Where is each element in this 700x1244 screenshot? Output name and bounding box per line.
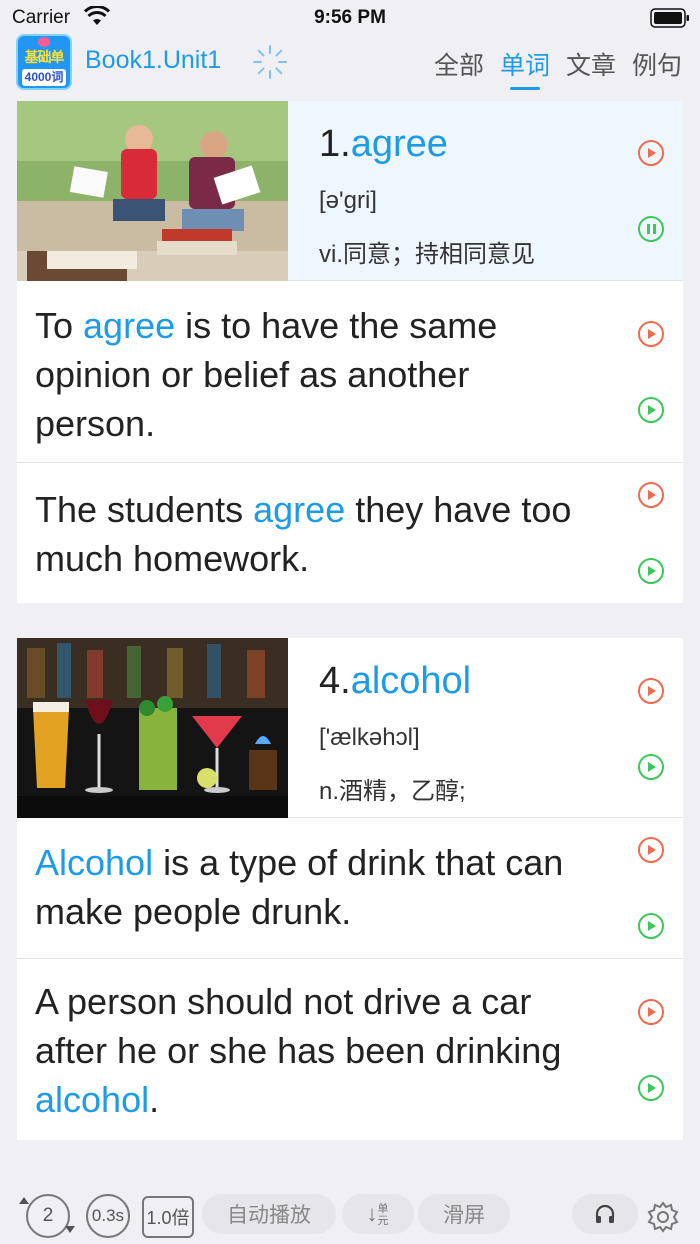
- play-slow-button[interactable]: [638, 1075, 664, 1101]
- autoplay-label: 自动播放: [227, 1204, 311, 1227]
- play-sentence-button[interactable]: [638, 482, 664, 508]
- word-phonetic: [ə'gri]: [319, 187, 377, 214]
- play-icon: [648, 845, 656, 855]
- status-time: 9:56 PM: [314, 7, 386, 28]
- play-icon: [648, 762, 656, 772]
- word-header[interactable]: 1.agree [ə'gri] vi.同意；持相同意见: [17, 101, 683, 281]
- sentence-part: To: [35, 305, 84, 346]
- word-card: 4.alcohol ['ælkəhɔl] n.酒精，乙醇; Alcohol is…: [17, 638, 683, 1140]
- sentence-part: .: [149, 1079, 160, 1120]
- nav-bar: 基础单词 4000词 Book1.Unit1 全部 单词 文章 例句: [0, 30, 700, 94]
- scroll-label: 滑屏: [443, 1204, 485, 1227]
- play-slow-button[interactable]: [638, 913, 664, 939]
- pause-icon: [646, 224, 656, 234]
- play-icon: [648, 329, 656, 339]
- play-slow-button[interactable]: [638, 558, 664, 584]
- play-word-button[interactable]: [638, 678, 664, 704]
- play-slow-button[interactable]: [638, 397, 664, 423]
- app-logo[interactable]: 基础单词 4000词: [16, 34, 72, 90]
- scroll-button[interactable]: 滑屏: [418, 1194, 510, 1234]
- play-word-button[interactable]: [638, 140, 664, 166]
- word-phonetic: ['ælkəhɔl]: [319, 724, 420, 751]
- sentence-text: A person should not drive a car after he…: [35, 977, 588, 1124]
- unit-small-label: 单元: [377, 1203, 389, 1228]
- highlight-word: alcohol: [35, 1079, 150, 1120]
- repeat-count: 2: [42, 1205, 54, 1226]
- word-text: agree: [350, 123, 448, 165]
- highlight-word: agree: [253, 489, 346, 530]
- pause-button[interactable]: [638, 216, 664, 242]
- play-slow-button[interactable]: [638, 754, 664, 780]
- definition-sentence[interactable]: Alcohol is a type of drink that can make…: [17, 818, 683, 959]
- tab-articles[interactable]: 文章: [566, 46, 616, 82]
- play-sentence-button[interactable]: [638, 999, 664, 1025]
- unit-order-button[interactable]: ↓单元: [342, 1194, 414, 1234]
- tab-words[interactable]: 单词: [500, 46, 550, 90]
- play-icon: [648, 921, 656, 931]
- word-meaning: vi.同意；持相同意见: [319, 241, 535, 268]
- highlight-word: agree: [83, 305, 176, 346]
- word-title: 1.agree: [319, 123, 448, 166]
- sentence-text: Alcohol is a type of drink that can make…: [35, 838, 588, 936]
- highlight-word: Alcohol: [35, 842, 154, 883]
- tab-bar: 全部 单词 文章 例句: [434, 46, 682, 90]
- speed-value: 1.0倍: [146, 1208, 190, 1228]
- unit-order-label: ↓单元: [367, 1201, 390, 1227]
- tab-all[interactable]: 全部: [434, 46, 484, 82]
- headphones-button[interactable]: [572, 1194, 638, 1234]
- word-card: 1.agree [ə'gri] vi.同意；持相同意见 To agree is …: [17, 101, 683, 603]
- example-sentence[interactable]: The students agree they have too much ho…: [17, 463, 683, 603]
- flower-icon: [38, 37, 50, 47]
- interval-button[interactable]: 0.3s: [86, 1194, 130, 1238]
- word-image: [17, 101, 288, 281]
- spinner-icon: [253, 45, 287, 79]
- gear-icon[interactable]: [646, 1200, 680, 1234]
- down-arrow-icon: ↓: [366, 1200, 378, 1226]
- sentence-text: To agree is to have the same opinion or …: [35, 301, 588, 448]
- autoplay-button[interactable]: 自动播放: [202, 1194, 336, 1234]
- example-sentence[interactable]: A person should not drive a car after he…: [17, 959, 683, 1140]
- word-number: 1.: [319, 123, 351, 165]
- play-icon: [648, 1007, 656, 1017]
- unit-title[interactable]: Book1.Unit1: [85, 46, 221, 75]
- sentence-text: The students agree they have too much ho…: [35, 485, 588, 583]
- word-number: 4.: [319, 660, 351, 702]
- play-sentence-button[interactable]: [638, 321, 664, 347]
- word-title: 4.alcohol: [319, 660, 471, 703]
- headphones-icon: [595, 1204, 615, 1223]
- play-icon: [648, 148, 656, 158]
- sentence-part: A person should not drive a car after he…: [35, 981, 562, 1071]
- tab-examples[interactable]: 例句: [632, 46, 682, 82]
- repeat-down-icon: [65, 1226, 75, 1233]
- play-icon: [648, 405, 656, 415]
- play-sentence-button[interactable]: [638, 837, 664, 863]
- word-meaning: n.酒精，乙醇;: [319, 778, 466, 805]
- definition-sentence[interactable]: To agree is to have the same opinion or …: [17, 281, 683, 463]
- logo-subtitle: 4000词: [22, 69, 66, 86]
- speed-button[interactable]: 1.0倍: [142, 1196, 194, 1238]
- word-text: alcohol: [350, 660, 472, 702]
- word-image: [17, 638, 288, 818]
- play-icon: [648, 566, 656, 576]
- play-icon: [648, 490, 656, 500]
- sentence-part: The students: [35, 489, 254, 530]
- play-icon: [648, 686, 656, 696]
- play-icon: [648, 1083, 656, 1093]
- bottom-toolbar: 2 0.3s 1.0倍 自动播放 ↓单元 滑屏: [0, 1186, 700, 1244]
- battery-icon: [650, 8, 689, 28]
- interval-value: 0.3s: [91, 1206, 125, 1225]
- word-header[interactable]: 4.alcohol ['ælkəhɔl] n.酒精，乙醇;: [17, 638, 683, 818]
